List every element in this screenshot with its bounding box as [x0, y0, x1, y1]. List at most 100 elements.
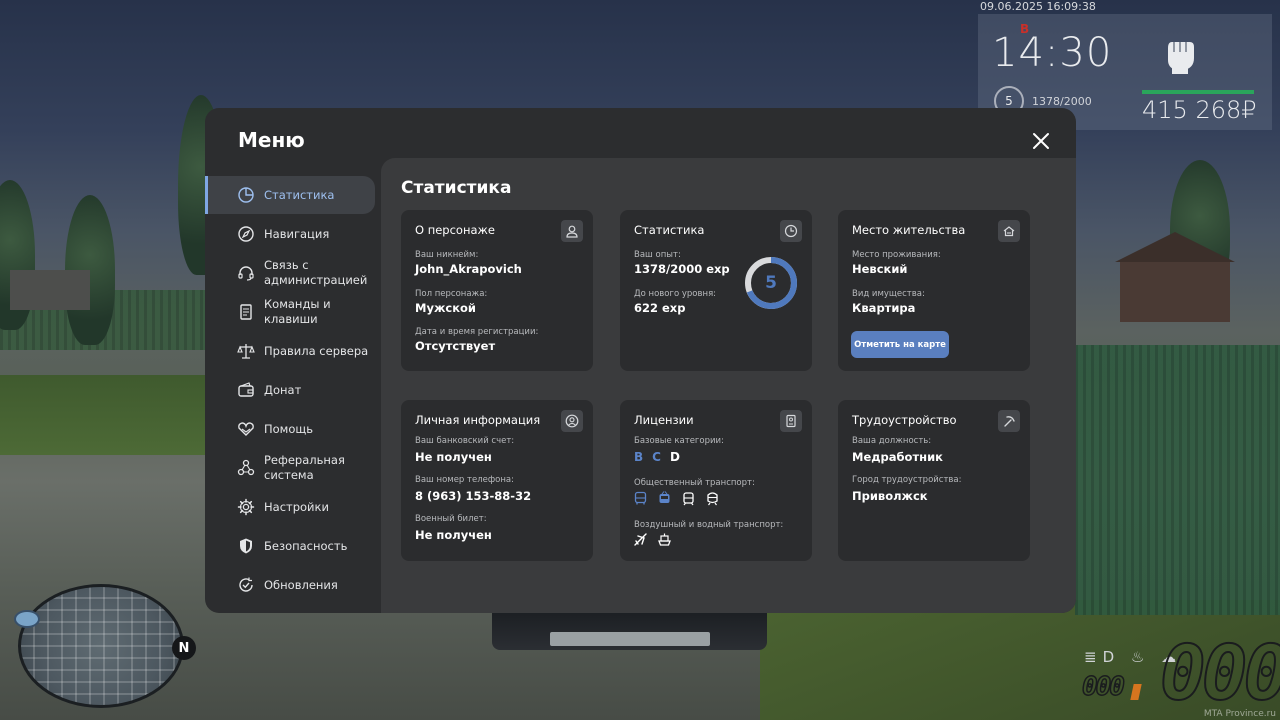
sidebar-item-label: Настройки — [264, 499, 329, 514]
license-categories: B C D — [634, 450, 680, 464]
hud-datetime: 09.06.2025 16:09:38 — [980, 0, 1096, 13]
property-value: Квартира — [852, 301, 916, 315]
refresh-check-icon — [239, 577, 253, 592]
sidebar-item-navigation[interactable]: Навигация — [205, 215, 375, 253]
category-c: C — [652, 450, 661, 464]
sidebar-item-security[interactable]: Безопасность — [205, 527, 375, 565]
card-title: Место жительства — [852, 223, 966, 237]
residence-label: Место проживания: — [852, 250, 941, 260]
minimap-vehicle-icon — [14, 610, 40, 628]
sidebar-item-donate[interactable]: Донат — [205, 371, 375, 409]
nickname-label: Ваш никнейм: — [415, 250, 479, 260]
sidebar-item-label: Реферальная система — [264, 453, 345, 482]
sidebar-item-referral[interactable]: Реферальная система — [205, 449, 375, 487]
military-id-value: Не получен — [415, 528, 492, 542]
sidebar-item-help[interactable]: Помощь — [205, 410, 375, 448]
base-categories-label: Базовые категории: — [634, 436, 724, 446]
house-icon — [1003, 226, 1015, 237]
scales-icon — [237, 344, 255, 359]
card-licenses: Лицензии Базовые категории: B C D Общест… — [620, 400, 812, 561]
sidebar-item-updates[interactable]: Обновления — [205, 566, 375, 604]
house — [1120, 262, 1230, 322]
public-transport-icons — [633, 491, 720, 506]
bank-value: Не получен — [415, 450, 492, 464]
house-roof — [1115, 232, 1235, 262]
shield-icon — [240, 538, 252, 554]
military-id-label: Военный билет: — [415, 514, 487, 524]
wallet-icon — [238, 382, 254, 397]
card-icon-button — [561, 220, 583, 242]
category-b: B — [634, 450, 644, 464]
minimap[interactable] — [18, 584, 184, 708]
pie-chart-icon — [238, 187, 254, 203]
user-circle-icon — [565, 414, 579, 428]
air-water-transport-label: Воздушный и водный транспорт: — [634, 520, 784, 530]
menu-title: Меню — [238, 128, 305, 152]
sidebar-item-commands[interactable]: Команды и клавиши — [205, 293, 375, 331]
air-water-transport-icons — [633, 532, 672, 547]
car-plate — [550, 632, 710, 646]
close-icon[interactable] — [1029, 129, 1053, 153]
position-value: Медработник — [852, 450, 943, 464]
sidebar-item-label: Донат — [264, 382, 302, 397]
next-level-label: До нового уровня: — [634, 289, 717, 299]
card-icon-button — [561, 410, 583, 432]
card-personal-info: Личная информация Ваш банковский счет: Н… — [401, 400, 593, 561]
minimap-north: N — [172, 636, 196, 660]
metro-icon — [707, 492, 718, 506]
position-label: Ваша должность: — [852, 436, 932, 446]
mark-on-map-button[interactable]: Отметить на карте — [851, 331, 949, 358]
grass-left — [0, 375, 220, 455]
menu-window: Меню Статистика Навигация Связь с админи… — [205, 108, 1076, 613]
sidebar-item-admin-contact[interactable]: Связь с администрацией — [205, 254, 375, 292]
sidebar-item-label: Правила сервера — [264, 343, 369, 358]
card-icon-button — [998, 410, 1020, 432]
exp-label: Ваш опыт: — [634, 250, 681, 260]
work-city-label: Город трудоустройства: — [852, 475, 962, 485]
property-label: Вид имущества: — [852, 289, 925, 299]
nickname-value: John_Akrapovich — [415, 262, 522, 276]
card-title: Личная информация — [415, 413, 541, 427]
registration-value: Отсутствует — [415, 339, 496, 353]
card-character: О персонаже Ваш никнейм: John_Akrapovich… — [401, 210, 593, 371]
gender-value: Мужской — [415, 301, 476, 315]
airplane-icon — [634, 533, 647, 546]
fist-icon — [1168, 42, 1194, 74]
sidebar-item-settings[interactable]: Настройки — [205, 488, 375, 526]
hud-health-bar — [1142, 90, 1254, 94]
sidebar-item-label: Команды и клавиши — [264, 297, 331, 326]
public-transport-label: Общественный транспорт: — [634, 478, 755, 488]
category-d: D — [669, 450, 680, 464]
card-title: Статистика — [634, 223, 705, 237]
house — [10, 270, 90, 310]
card-icon-button — [780, 410, 802, 432]
headset-icon — [238, 266, 254, 281]
trolleybus-icon — [659, 491, 670, 503]
sidebar-item-label: Связь с администрацией — [264, 258, 368, 287]
network-icon — [237, 459, 255, 476]
ship-icon — [658, 533, 671, 546]
card-statistics: Статистика Ваш опыт: 1378/2000 exp До но… — [620, 210, 812, 371]
gender-label: Пол персонажа: — [415, 289, 488, 299]
card-residence: Место жительства Место проживания: Невск… — [838, 210, 1030, 371]
sidebar-item-label: Навигация — [264, 226, 330, 241]
next-level-value: 622 exp — [634, 301, 686, 315]
watermark: MTA Province.ru — [1203, 709, 1276, 719]
sidebar-item-label: Статистика — [264, 187, 335, 202]
gear-icon — [237, 498, 255, 516]
sidebar-item-statistics[interactable]: Статистика — [205, 176, 375, 214]
hud-clock: 14:30 — [992, 30, 1113, 76]
sidebar-item-rules[interactable]: Правила сервера — [205, 332, 375, 370]
tram-icon — [683, 492, 694, 506]
level-number: 5 — [765, 273, 777, 293]
card-icon-button — [998, 220, 1020, 242]
minimap-streets — [21, 587, 181, 705]
document-icon — [240, 304, 252, 320]
user-icon — [566, 225, 578, 238]
work-city-value: Приволжск — [852, 489, 928, 503]
phone-label: Ваш номер телефона: — [415, 475, 514, 485]
id-card-icon — [786, 414, 796, 428]
card-employment: Трудоустройство Ваша должность: Медработ… — [838, 400, 1030, 561]
heart-hands-icon — [238, 422, 254, 436]
hud-exp: 1378/2000 — [1032, 95, 1092, 108]
